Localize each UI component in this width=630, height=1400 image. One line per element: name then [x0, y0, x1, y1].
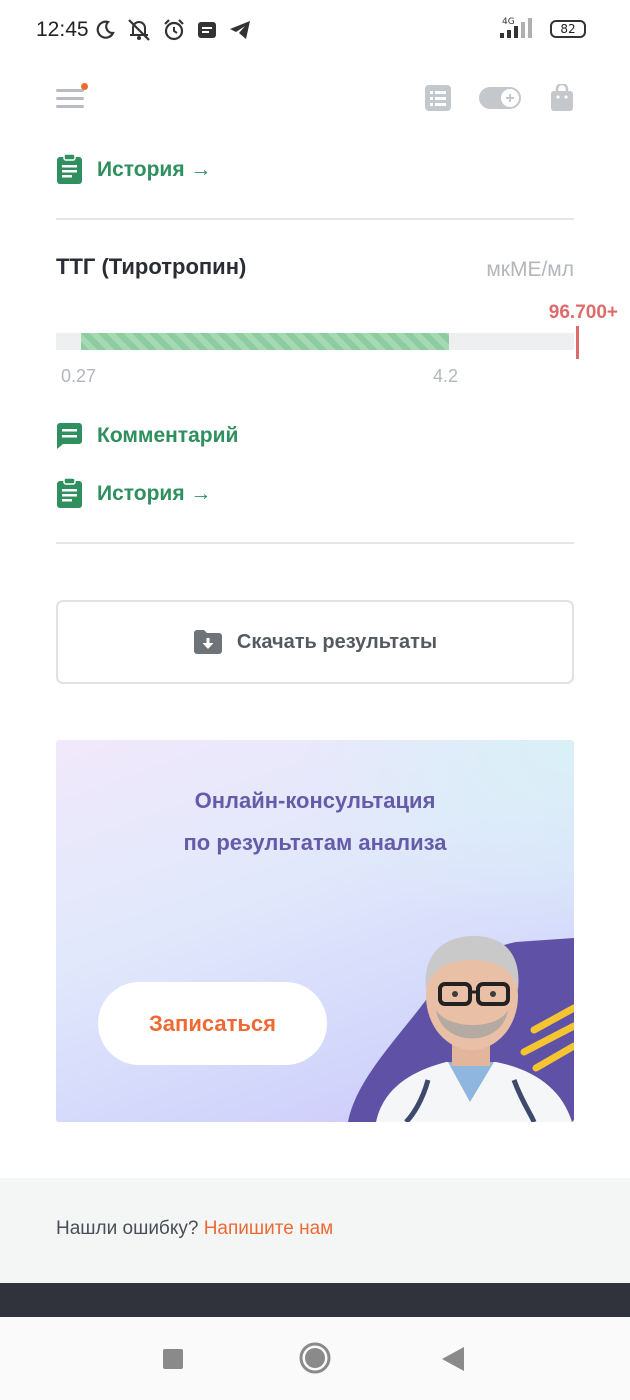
result-marker [576, 326, 579, 359]
app-header [0, 62, 630, 132]
home-icon[interactable] [298, 1341, 332, 1375]
range-low-label: 0.27 [61, 366, 97, 386]
divider [56, 542, 574, 544]
status-system-icons: 82 [498, 18, 586, 40]
analyte-name: ТТГ (Тиротропин) [56, 254, 247, 279]
range-high-label: 4.2 [433, 366, 459, 386]
consultation-banner: Онлайн-консультация по результатам анали… [56, 740, 574, 1122]
book-consultation-button[interactable]: Записаться [98, 982, 327, 1065]
status-time: 12:45 [36, 18, 89, 41]
list-icon[interactable] [424, 84, 452, 112]
result-value: 96.700+ [548, 302, 618, 323]
hamburger-menu-icon[interactable] [56, 83, 88, 110]
notification-dot [81, 83, 88, 90]
comment-icon [57, 423, 82, 449]
doctor-photo [348, 936, 574, 1122]
clipboard-icon [57, 154, 82, 184]
analyte-unit: мкМЕ/мл [486, 258, 574, 281]
contact-us-link[interactable]: Напишите нам [204, 1218, 334, 1239]
download-results-label: Скачать результаты [236, 630, 438, 653]
status-notification-icons [94, 18, 252, 42]
bag-icon[interactable] [550, 84, 574, 112]
toggle-add-icon[interactable] [478, 86, 522, 110]
reference-range-track [56, 333, 574, 350]
comment-label: Комментарий [97, 424, 239, 447]
alarm-icon [164, 19, 184, 41]
telegram-icon [230, 21, 250, 39]
battery-icon: 82 [550, 20, 586, 38]
muted-bell-icon [128, 19, 150, 41]
message-icon [198, 22, 216, 38]
banner-title-line1: Онлайн-консультация [194, 788, 436, 813]
moon-icon [96, 20, 115, 39]
history-label: История → [97, 481, 212, 505]
reference-range-normal [81, 333, 449, 350]
status-bar: 12:45 4G 82 [0, 0, 630, 62]
clipboard-icon [57, 478, 82, 508]
history-link-top[interactable]: История → [56, 154, 211, 185]
book-consultation-label: Записаться [149, 1010, 276, 1036]
footer-text: Нашли ошибку? Напишите нам [56, 1218, 333, 1240]
download-results-button[interactable]: Скачать результаты [56, 600, 574, 684]
recent-apps-icon[interactable] [161, 1347, 185, 1371]
footer: Нашли ошибку? Напишите нам [0, 1178, 630, 1283]
system-navigation-bar [0, 1317, 630, 1400]
divider [56, 218, 574, 220]
back-icon[interactable] [440, 1345, 466, 1373]
banner-title-line2: по результатам анализа [183, 830, 447, 855]
history-link[interactable]: История → [56, 478, 211, 509]
comment-link[interactable]: Комментарий [56, 422, 238, 450]
footer-bottom-bar [0, 1283, 630, 1317]
history-label: История → [97, 157, 212, 181]
folder-download-icon [193, 630, 222, 654]
footer-question: Нашли ошибку? [56, 1218, 199, 1239]
signal-icon [500, 18, 532, 38]
